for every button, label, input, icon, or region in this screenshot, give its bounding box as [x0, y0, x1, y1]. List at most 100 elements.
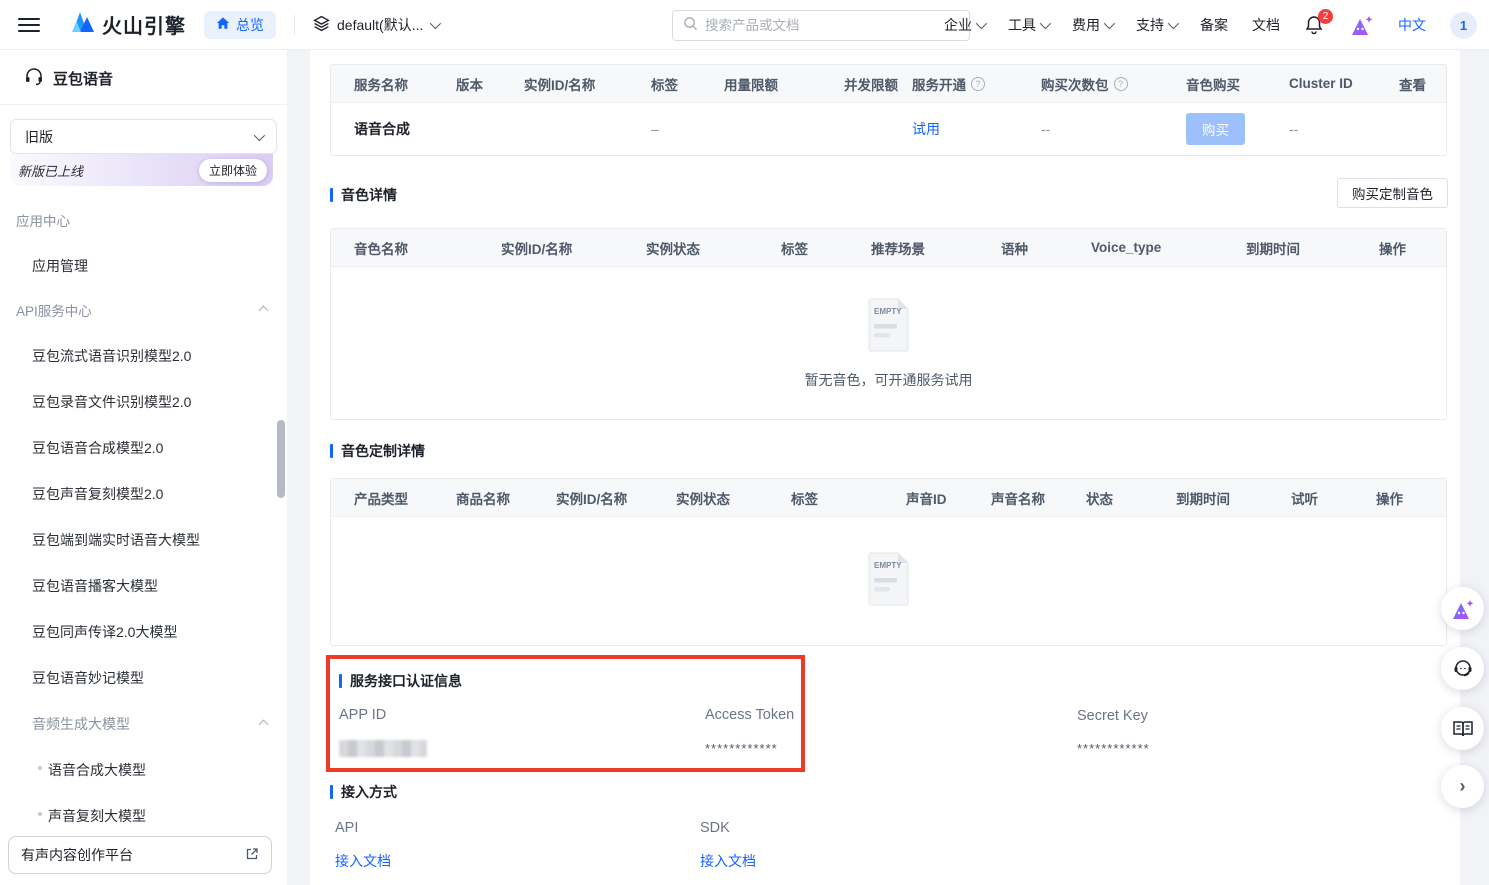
sidebar-item-tts-large[interactable]: 语音合成大模型 — [0, 760, 287, 780]
chevron-down-icon — [1104, 18, 1115, 29]
help-icon[interactable]: ? — [1114, 77, 1128, 91]
user-avatar[interactable]: 1 — [1450, 12, 1477, 39]
title-accent-bar — [330, 444, 333, 458]
package-cell: -- — [1041, 121, 1186, 137]
service-table-row: 语音合成 – 试用 -- 购买 -- — [331, 103, 1446, 155]
chevron-right-icon: › — [1460, 776, 1466, 797]
home-icon — [216, 16, 230, 33]
service-name-cell: 语音合成 — [354, 119, 456, 139]
sidebar-item-voice-clone-2[interactable]: 豆包声音复刻模型2.0 — [0, 484, 287, 504]
language-switcher[interactable]: 中文 — [1398, 15, 1426, 35]
group-audio-generation[interactable]: 音频生成大模型 — [0, 714, 287, 734]
global-search[interactable] — [672, 10, 970, 41]
sidebar-item-clone-large[interactable]: 声音复刻大模型 — [0, 806, 287, 826]
voice-empty-state: EMPTY 暂无音色，可开通服务试用 — [331, 267, 1446, 419]
trial-link[interactable]: 试用 — [912, 121, 940, 137]
sidebar-item-miaoji[interactable]: 豆包语音妙记模型 — [0, 668, 287, 688]
title-accent-bar — [330, 188, 333, 202]
sidebar: 豆包语音 旧版 新版已上线 立即体验 应用中心 应用管理 API服务中心 豆包流… — [0, 50, 287, 885]
svg-text:EMPTY: EMPTY — [874, 561, 902, 570]
audio-creation-platform-link[interactable]: 有声内容创作平台 — [8, 836, 272, 874]
voice-detail-title: 音色详情 — [330, 185, 397, 205]
custom-detail-title: 音色定制详情 — [330, 441, 425, 461]
voice-detail-table-header: 音色名称 实例ID/名称 实例状态 标签 推荐场景 语种 Voice_type … — [331, 229, 1446, 267]
sidebar-scrollbar[interactable] — [277, 420, 285, 498]
layers-icon — [313, 15, 330, 35]
secret-key-label: Secret Key — [1077, 708, 1148, 724]
support-headset-button[interactable] — [1441, 647, 1484, 690]
chevron-down-icon — [430, 17, 441, 28]
topbar-right-group: 企业 工具 费用 支持 备案 文档 2 中文 1 — [944, 0, 1477, 50]
sidebar-item-app-management[interactable]: 应用管理 — [0, 256, 287, 276]
link-icp-filing[interactable]: 备案 — [1200, 15, 1228, 35]
link-docs[interactable]: 文档 — [1252, 15, 1280, 35]
bullet-dot — [38, 812, 42, 816]
sidebar-item-file-asr-2[interactable]: 豆包录音文件识别模型2.0 — [0, 392, 287, 412]
collapse-panel-button[interactable]: › — [1441, 765, 1484, 808]
svg-text:EMPTY: EMPTY — [874, 307, 902, 316]
new-version-banner: 新版已上线 立即体验 — [10, 154, 273, 186]
help-icon[interactable]: ? — [971, 77, 985, 91]
sidebar-item-e2e-realtime[interactable]: 豆包端到端实时语音大模型 — [0, 530, 287, 550]
section-api-center[interactable]: API服务中心 — [0, 300, 287, 320]
ai-assistant-float-button[interactable] — [1441, 587, 1484, 630]
cluster-id-cell: -- — [1289, 121, 1399, 137]
product-header: 豆包语音 — [0, 50, 287, 105]
access-method-title: 接入方式 — [330, 782, 397, 802]
bullet-dot — [38, 766, 42, 770]
try-now-button[interactable]: 立即体验 — [199, 159, 267, 182]
divider — [294, 15, 295, 35]
buy-voice-button[interactable]: 购买 — [1186, 113, 1245, 145]
access-token-value: ************ — [705, 741, 778, 756]
api-label: API — [335, 820, 358, 836]
secret-key-value: ************ — [1077, 741, 1150, 756]
custom-detail-table: 产品类型 商品名称 实例ID/名称 实例状态 标签 声音ID 声音名称 状态 到… — [330, 478, 1447, 646]
voice-detail-table: 音色名称 实例ID/名称 实例状态 标签 推荐场景 语种 Voice_type … — [330, 228, 1447, 420]
custom-detail-table-header: 产品类型 商品名称 实例ID/名称 实例状态 标签 声音ID 声音名称 状态 到… — [331, 479, 1446, 517]
sidebar-item-tts-2[interactable]: 豆包语音合成模型2.0 — [0, 438, 287, 458]
auth-title: 服务接口认证信息 — [339, 671, 462, 691]
chevron-down-icon — [1040, 18, 1051, 29]
sidebar-item-streaming-asr-2[interactable]: 豆包流式语音识别模型2.0 — [0, 346, 287, 366]
chevron-down-icon — [1168, 18, 1179, 29]
hamburger-menu-icon[interactable] — [18, 14, 40, 36]
sdk-label: SDK — [700, 820, 730, 836]
access-token-label: Access Token — [705, 707, 794, 723]
title-accent-bar — [330, 785, 333, 799]
headset-icon — [24, 66, 44, 91]
title-accent-bar — [339, 674, 342, 688]
ai-assistant-icon[interactable] — [1350, 14, 1374, 36]
chevron-down-icon — [254, 129, 265, 140]
search-icon — [683, 16, 698, 36]
buy-custom-voice-button[interactable]: 购买定制音色 — [1337, 178, 1448, 208]
menu-support[interactable]: 支持 — [1136, 15, 1176, 35]
empty-document-icon: EMPTY — [866, 297, 912, 358]
menu-billing[interactable]: 费用 — [1072, 15, 1112, 35]
empty-document-icon: EMPTY — [866, 551, 912, 612]
sidebar-item-podcast[interactable]: 豆包语音播客大模型 — [0, 576, 287, 596]
brand-name: 火山引擎 — [102, 10, 186, 39]
chevron-down-icon — [976, 18, 987, 29]
product-title: 豆包语音 — [53, 68, 113, 89]
project-selector[interactable]: default(默认... — [313, 15, 438, 35]
overview-button[interactable]: 总览 — [204, 11, 276, 39]
app-id-masked-value — [339, 740, 427, 757]
main-content: 服务名称 版本 实例ID/名称 标签 用量限额 并发限额 服务开通? 购买次数包… — [310, 50, 1460, 885]
service-table-header: 服务名称 版本 实例ID/名称 标签 用量限额 并发限额 服务开通? 购买次数包… — [331, 65, 1446, 103]
notification-bell-icon[interactable]: 2 — [1304, 14, 1326, 36]
version-selector[interactable]: 旧版 — [10, 119, 277, 154]
chevron-up-icon — [259, 305, 269, 315]
sdk-doc-link[interactable]: 接入文档 — [700, 851, 756, 871]
documentation-book-button[interactable] — [1441, 707, 1484, 750]
menu-tools[interactable]: 工具 — [1008, 15, 1048, 35]
custom-empty-state: EMPTY — [331, 517, 1446, 645]
tag-cell: – — [651, 121, 724, 137]
search-input[interactable] — [705, 18, 935, 33]
api-doc-link[interactable]: 接入文档 — [335, 851, 391, 871]
banner-text: 新版已上线 — [18, 161, 83, 180]
voice-empty-text: 暂无音色，可开通服务试用 — [805, 370, 973, 390]
sidebar-item-simultaneous[interactable]: 豆包同声传译2.0大模型 — [0, 622, 287, 642]
menu-enterprise[interactable]: 企业 — [944, 15, 984, 35]
brand-logo[interactable]: 火山引擎 — [70, 10, 186, 39]
annotation-highlight-box: 服务接口认证信息 APP ID Access Token ***********… — [326, 655, 805, 772]
